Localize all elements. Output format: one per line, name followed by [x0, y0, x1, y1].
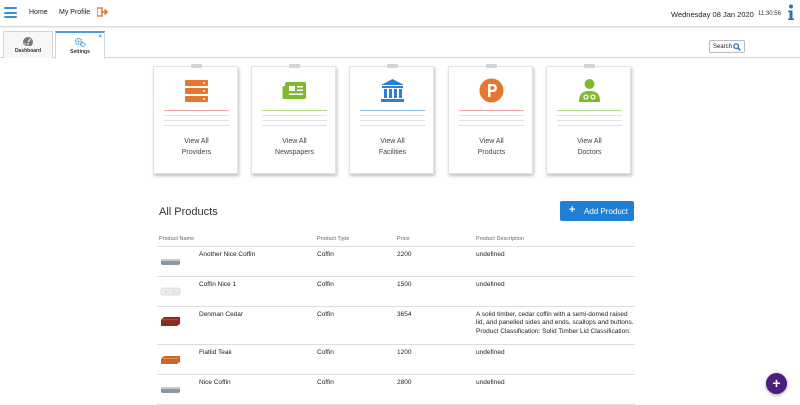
product-price: 3654 [397, 311, 412, 318]
card-label-top: View All [577, 138, 602, 145]
product-price: 1200 [397, 349, 412, 356]
table-header: Product Name Product Type Price Product … [157, 233, 635, 247]
tab-dashboard-label: Dashboard [14, 48, 42, 54]
table-row[interactable]: Another Nice Coffin Coffin 2200 undefine… [157, 247, 635, 277]
product-thumbnail [161, 387, 180, 393]
header-description[interactable]: Product Description [476, 236, 524, 242]
header-price[interactable]: Price [397, 236, 410, 242]
search-icon [733, 43, 741, 51]
plus-icon: + [569, 204, 576, 216]
card-products[interactable]: View All Products [448, 64, 533, 174]
server-stack-icon [185, 80, 208, 102]
card-lines [557, 115, 622, 130]
product-description: undefined [476, 251, 505, 258]
product-name: Denman Cedar [199, 311, 244, 318]
card-divider [459, 110, 524, 111]
close-icon[interactable]: × [98, 34, 102, 40]
table-row[interactable]: Denman Cedar Coffin 3654 A solid timber,… [157, 307, 635, 345]
product-name: Flatlid Teak [199, 349, 232, 356]
product-type: Coffin [317, 349, 334, 356]
product-name: Nice Coffin [199, 379, 231, 386]
header-product-type[interactable]: Product Type [317, 236, 349, 242]
product-name: Coffin Nice 1 [199, 281, 237, 288]
card-label-bottom: Products [477, 149, 506, 156]
card-clip [289, 64, 300, 68]
product-thumbnail [160, 287, 181, 296]
card-label-bottom: Providers [181, 149, 212, 156]
products-table: Product Name Product Type Price Product … [157, 233, 635, 405]
tab-bar: 2.0 Dashboard × Settings [0, 31, 800, 59]
card-label-top: View All [380, 138, 405, 145]
search-button[interactable]: Search [709, 40, 745, 53]
newspaper-icon [282, 82, 306, 99]
card-label-bottom: Doctors [577, 149, 602, 156]
current-date: Wednesday 08 Jan 2020 [671, 10, 754, 19]
logout-icon[interactable] [97, 7, 109, 17]
card-lines [360, 115, 425, 130]
card-doctors[interactable]: View All Doctors [546, 64, 631, 174]
card-divider [164, 110, 229, 111]
card-lines [164, 115, 229, 130]
product-thumbnail [161, 356, 180, 364]
card-divider [262, 110, 327, 111]
card-lines [459, 115, 524, 130]
product-price: 2200 [397, 251, 412, 258]
card-divider [557, 110, 622, 111]
product-description: undefined [476, 281, 505, 288]
product-type: Coffin [317, 311, 334, 318]
info-icon[interactable] [786, 4, 796, 21]
product-price: 1500 [397, 281, 412, 288]
menu-icon[interactable] [4, 7, 17, 18]
search-label: Search [713, 44, 733, 50]
table-row[interactable]: Flatlid Teak Coffin 1200 undefined [157, 345, 635, 375]
product-type: Coffin [317, 379, 334, 386]
card-divider [360, 110, 425, 111]
card-label-top: View All [479, 138, 504, 145]
product-thumbnail [161, 317, 180, 326]
nav-profile-link[interactable]: My Profile [59, 9, 90, 16]
tab-settings[interactable]: × Settings [55, 31, 105, 59]
nav-home-link[interactable]: Home [29, 9, 48, 16]
product-p-icon [479, 78, 504, 103]
card-clip [486, 64, 497, 68]
card-clip [387, 64, 398, 68]
add-product-button[interactable]: + Add Product [560, 201, 634, 221]
card-label-bottom: Newspapers [275, 149, 314, 156]
gears-icon [74, 37, 86, 47]
card-label-top: View All [282, 138, 307, 145]
card-label-bottom: Facilities [378, 149, 407, 156]
card-clip [584, 64, 595, 68]
card-clip [191, 64, 202, 68]
doctor-icon [579, 79, 600, 102]
card-newspapers[interactable]: View All Newspapers [251, 64, 336, 174]
product-price: 2800 [397, 379, 412, 386]
building-icon [381, 79, 404, 102]
product-type: Coffin [317, 251, 334, 258]
add-product-label: Add Product [584, 207, 629, 216]
card-facilities[interactable]: View All Facilities [349, 64, 434, 174]
product-name: Another Nice Coffin [199, 251, 256, 258]
header-product-name[interactable]: Product Name [159, 236, 194, 242]
tab-settings-label: Settings [70, 49, 90, 55]
card-lines [262, 115, 327, 130]
product-type: Coffin [317, 281, 334, 288]
product-description: A solid timber, cedar coffin with a semi… [476, 311, 634, 335]
card-providers[interactable]: View All Providers [153, 64, 238, 174]
top-bar: Home My Profile Wednesday 08 Jan 2020 11… [0, 0, 800, 27]
svg-text:2.0: 2.0 [24, 43, 29, 47]
product-description: undefined [476, 349, 505, 356]
card-label-top: View All [184, 138, 209, 145]
product-thumbnail [161, 259, 180, 265]
product-description: undefined [476, 379, 505, 386]
current-time: 11:30:56 [758, 11, 781, 17]
floating-add-button[interactable]: + [766, 373, 787, 394]
table-row[interactable]: Coffin Nice 1 Coffin 1500 undefined [157, 277, 635, 307]
tab-dashboard[interactable]: 2.0 Dashboard [3, 31, 53, 58]
dashboard-gauge-icon: 2.0 [23, 37, 33, 47]
page-title: All Products [159, 206, 218, 218]
